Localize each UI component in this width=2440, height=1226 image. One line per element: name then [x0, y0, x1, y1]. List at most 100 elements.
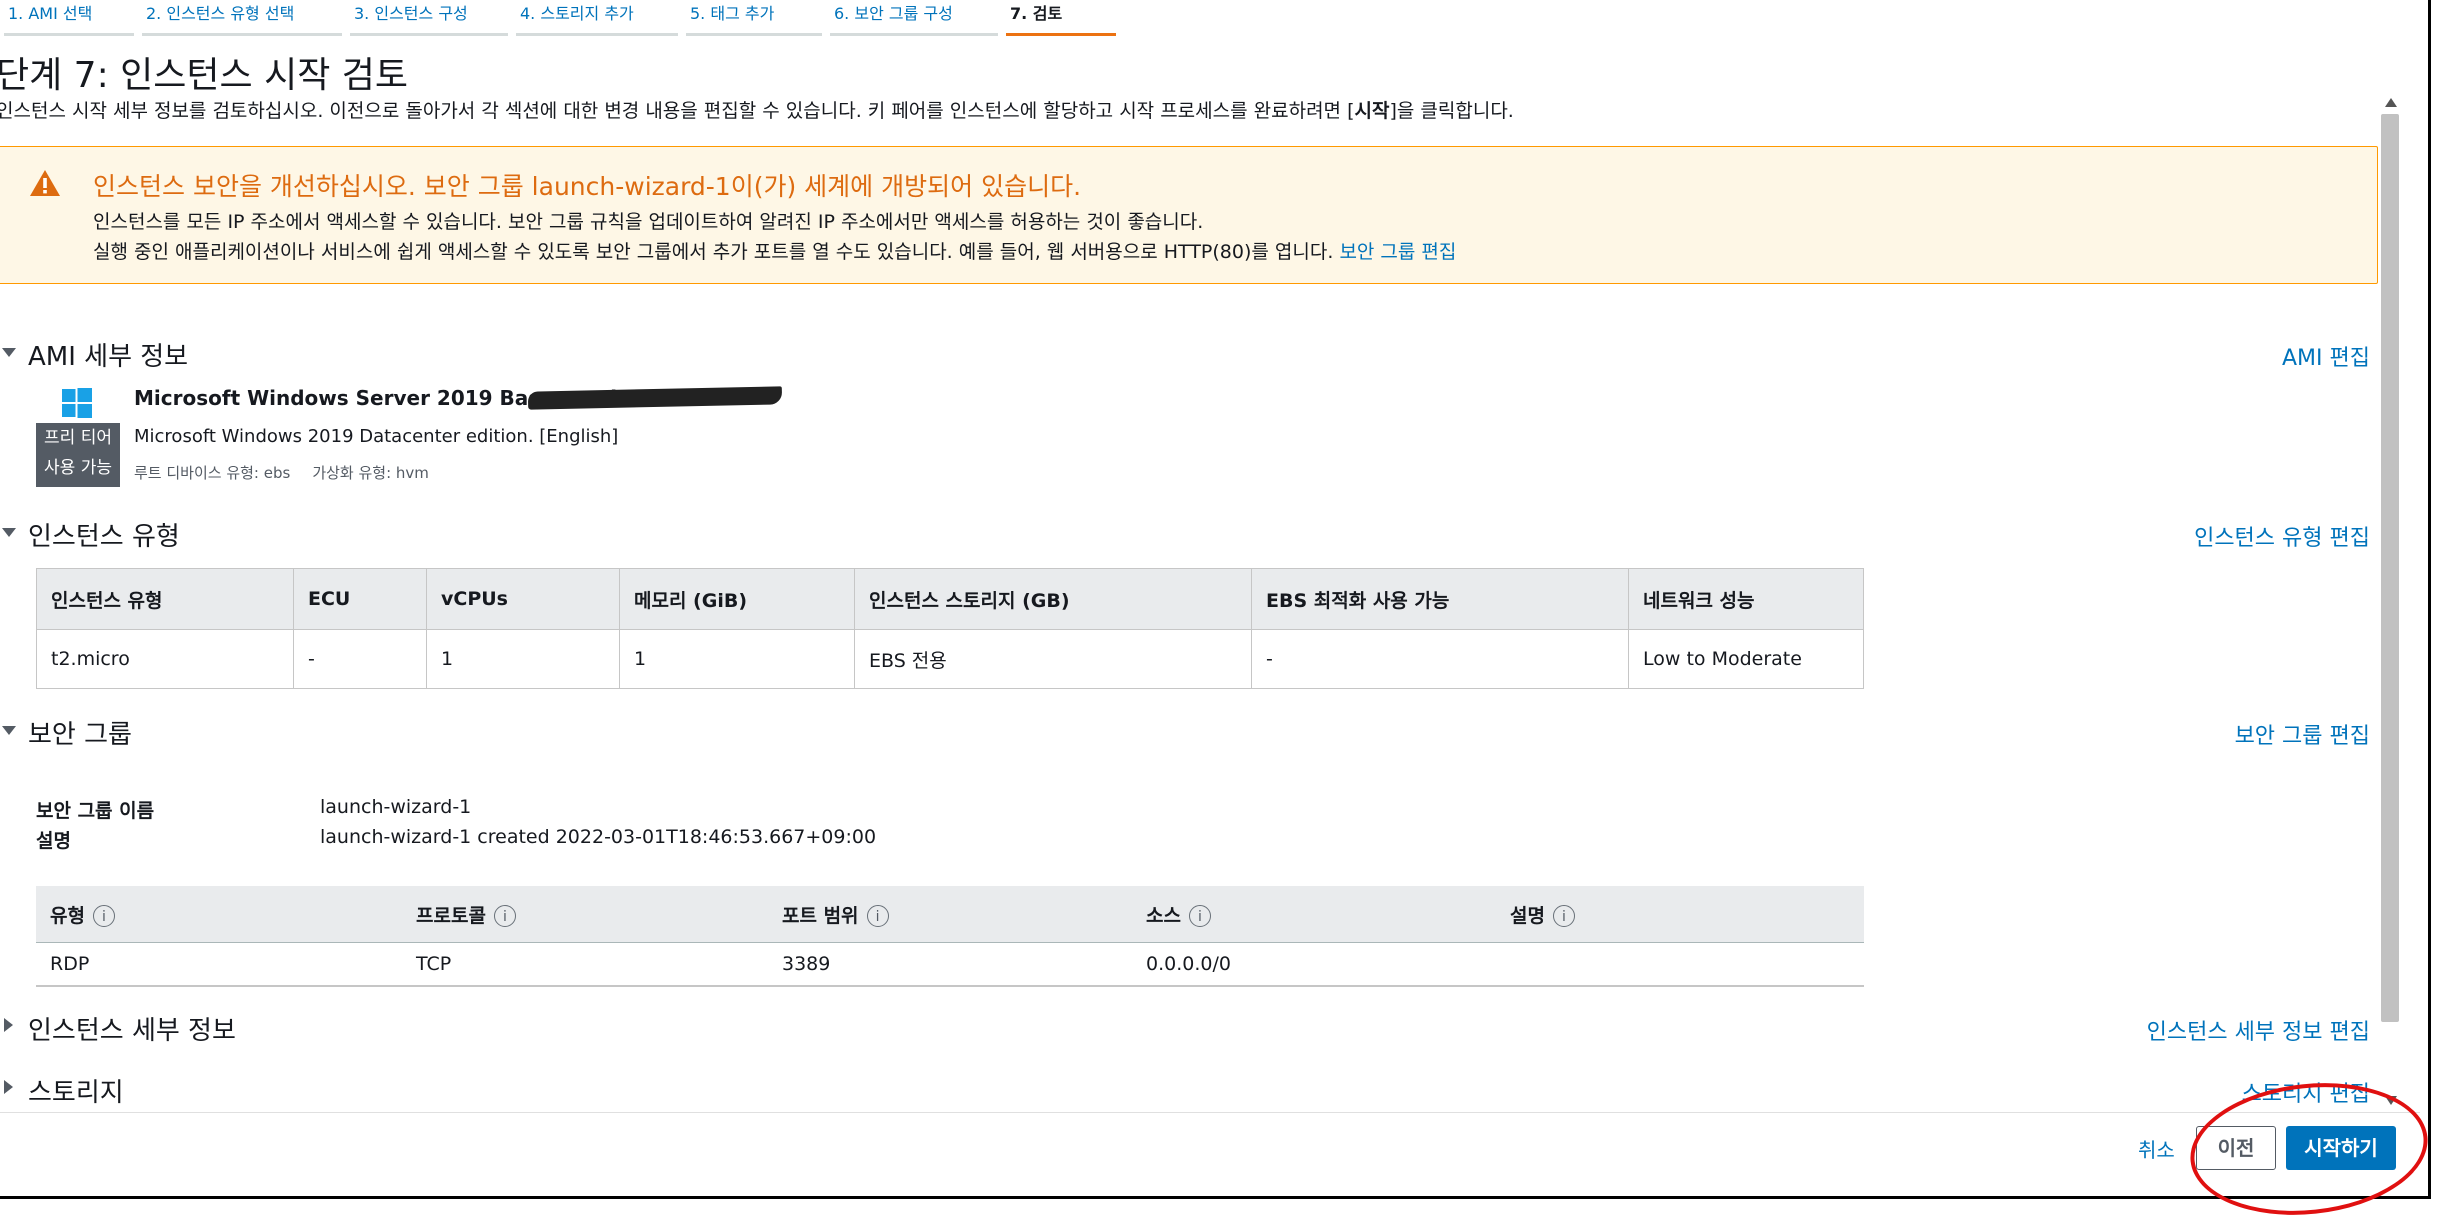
edit-security-group-button[interactable]: 보안 그룹 편집 [2235, 718, 2370, 750]
step-tab-ami[interactable]: 1. AMI 선택 [0, 0, 138, 36]
step-label: 7. 검토 [1010, 4, 1063, 23]
table-cell: 3389 [782, 953, 831, 975]
table-cell: - [293, 629, 427, 689]
step-tab-storage[interactable]: 4. 스토리지 추가 [512, 0, 682, 36]
column-header: EBS 최적화 사용 가능 [1251, 568, 1629, 630]
table-row: RDP TCP 3389 0.0.0.0/0 [36, 943, 1864, 987]
step-label: 2. 인스턴스 유형 선택 [146, 4, 295, 23]
security-group-description-value: launch-wizard-1 created 2022-03-01T18:46… [320, 826, 877, 848]
column-header: 소스 i [1132, 886, 1496, 943]
table-cell: EBS 전용 [854, 629, 1252, 689]
step-label: 1. AMI 선택 [8, 4, 93, 23]
info-icon[interactable]: i [92, 905, 115, 927]
security-group-section-title: 보안 그룹 [28, 720, 132, 750]
table-cell: 1 [619, 629, 855, 689]
column-header-label: 포트 범위 [782, 904, 859, 927]
page-description: 인스턴스 시작 세부 정보를 검토하십시오. 이전으로 돌아가서 각 섹션에 대… [0, 96, 1514, 123]
expand-caret-icon [4, 1018, 13, 1032]
free-tier-badge: 프리 티어 사용 가능 [36, 423, 120, 487]
table-header-row: 유형 i 프로토콜 i 포트 범위 i 소스 i 설명 i [36, 886, 1864, 943]
warning-line-2: 실행 중인 애플리케이션이나 서비스에 쉽게 액세스할 수 있도록 보안 그룹에… [93, 237, 1456, 264]
scroll-down-arrow-icon[interactable] [2385, 1096, 2397, 1105]
instance-type-section-header[interactable]: 인스턴스 유형 인스턴스 유형 편집 [0, 516, 2370, 552]
edit-storage-link[interactable]: 스토리지 편집 [2242, 1076, 2370, 1108]
step-tab-configure[interactable]: 3. 인스턴스 구성 [346, 0, 512, 36]
edit-security-group-link[interactable]: 보안 그룹 편집 [1339, 241, 1456, 263]
security-warning-banner: 인스턴스 보안을 개선하십시오. 보안 그룹 launch-wizard-1이(… [0, 146, 2378, 284]
column-header-label: 유형 [50, 904, 85, 927]
step-label: 6. 보안 그룹 구성 [834, 4, 953, 23]
table-cell: Low to Moderate [1628, 629, 1864, 689]
instance-details-section-header[interactable]: 인스턴스 세부 정보 인스턴스 세부 정보 편집 [0, 1010, 2370, 1046]
warning-icon [30, 170, 60, 196]
step-label: 5. 태그 추가 [690, 4, 775, 23]
column-header: vCPUs [426, 568, 620, 630]
edit-instance-type-link[interactable]: 인스턴스 유형 편집 [2194, 520, 2370, 552]
cancel-button[interactable]: 취소 [2138, 1134, 2175, 1163]
edit-ami-link[interactable]: AMI 편집 [2282, 340, 2370, 372]
column-header: 유형 i [36, 886, 402, 943]
instance-type-section-title: 인스턴스 유형 [28, 522, 180, 552]
warning-line-1: 인스턴스를 모든 IP 주소에서 액세스할 수 있습니다. 보안 그룹 규칙을 … [93, 211, 1204, 233]
scroll-up-arrow-icon[interactable] [2385, 98, 2397, 107]
free-tier-label: 프리 티어 [44, 428, 112, 448]
column-header: 인스턴스 스토리지 (GB) [854, 568, 1252, 630]
previous-button[interactable]: 이전 [2196, 1126, 2276, 1170]
table-cell: - [1251, 629, 1629, 689]
instance-details-section-title: 인스턴스 세부 정보 [28, 1016, 236, 1046]
launch-button[interactable]: 시작하기 [2286, 1126, 2396, 1170]
security-group-name-value: launch-wizard-1 [320, 796, 472, 818]
column-header-label: 소스 [1146, 904, 1181, 927]
step-label: 4. 스토리지 추가 [520, 4, 634, 23]
ami-meta: 루트 디바이스 유형: ebs 가상화 유형: hvm [134, 462, 451, 483]
table-cell: RDP [50, 953, 90, 975]
expand-caret-icon [4, 1080, 13, 1094]
table-cell: 0.0.0.0/0 [1146, 953, 1231, 975]
column-header: 인스턴스 유형 [36, 568, 294, 630]
root-device-type: 루트 디바이스 유형: ebs [134, 464, 291, 482]
table-cell [1496, 943, 1864, 987]
step-tab-instance-type[interactable]: 2. 인스턴스 유형 선택 [138, 0, 346, 36]
table-cell: t2.micro [36, 629, 294, 689]
info-icon[interactable]: i [1188, 905, 1211, 927]
info-icon[interactable]: i [493, 905, 516, 927]
collapse-caret-icon [2, 528, 16, 537]
description-bold: 시작 [1354, 100, 1390, 122]
storage-section-title: 스토리지 [28, 1078, 124, 1108]
page-title: 단계 7: 인스턴스 시작 검토 [0, 55, 409, 96]
windows-logo-icon [62, 388, 92, 418]
security-group-name-label: 보안 그룹 이름 [36, 800, 155, 822]
collapse-caret-icon [2, 726, 16, 735]
info-icon[interactable]: i [1552, 905, 1575, 927]
step-label: 3. 인스턴스 구성 [354, 4, 468, 23]
column-header: 네트워크 성능 [1628, 568, 1864, 630]
info-icon[interactable]: i [866, 905, 889, 927]
table-cell: 1 [426, 629, 620, 689]
scrollbar-thumb[interactable] [2381, 114, 2399, 1022]
wizard-steps: 1. AMI 선택 2. 인스턴스 유형 선택 3. 인스턴스 구성 4. 스토… [0, 0, 1120, 36]
step-tab-review[interactable]: 7. 검토 [1002, 0, 1120, 36]
instance-type-table: 인스턴스 유형 ECU vCPUs 메모리 (GiB) 인스턴스 스토리지 (G… [36, 568, 1864, 689]
step-tab-tags[interactable]: 5. 태그 추가 [682, 0, 826, 36]
column-header: 포트 범위 i [768, 886, 1132, 943]
edit-instance-details-link[interactable]: 인스턴스 세부 정보 편집 [2147, 1014, 2370, 1046]
step-tab-security-group[interactable]: 6. 보안 그룹 구성 [826, 0, 1002, 36]
ami-section-header[interactable]: AMI 세부 정보 AMI 편집 [0, 336, 2370, 372]
table-row: t2.micro - 1 1 EBS 전용 - Low to Moderate [36, 629, 1864, 689]
column-header: 설명 i [1496, 886, 1864, 943]
virtualization-type: 가상화 유형: hvm [312, 464, 429, 482]
warning-title: 인스턴스 보안을 개선하십시오. 보안 그룹 launch-wizard-1이(… [93, 172, 1082, 201]
table-header-row: 인스턴스 유형 ECU vCPUs 메모리 (GiB) 인스턴스 스토리지 (G… [36, 568, 1864, 630]
column-header: 프로토콜 i [402, 886, 768, 943]
column-header: 메모리 (GiB) [619, 568, 855, 630]
footer-divider [0, 1112, 2420, 1113]
ami-section-title: AMI 세부 정보 [28, 342, 189, 372]
description-text: 인스턴스 시작 세부 정보를 검토하십시오. 이전으로 돌아가서 각 섹션에 대… [0, 100, 1355, 122]
ami-description: Microsoft Windows 2019 Datacenter editio… [134, 426, 619, 447]
security-group-section-header[interactable]: 보안 그룹 보안 그룹 편집 [0, 714, 2370, 750]
description-text-end: ]을 클릭합니다. [1389, 100, 1514, 122]
security-rules-table: 유형 i 프로토콜 i 포트 범위 i 소스 i 설명 i RDP TCP 3389 0.… [36, 886, 1864, 987]
storage-section-header[interactable]: 스토리지 스토리지 편집 [0, 1072, 2370, 1108]
security-group-description-label: 설명 [36, 830, 71, 852]
column-header-label: 설명 [1510, 904, 1545, 927]
